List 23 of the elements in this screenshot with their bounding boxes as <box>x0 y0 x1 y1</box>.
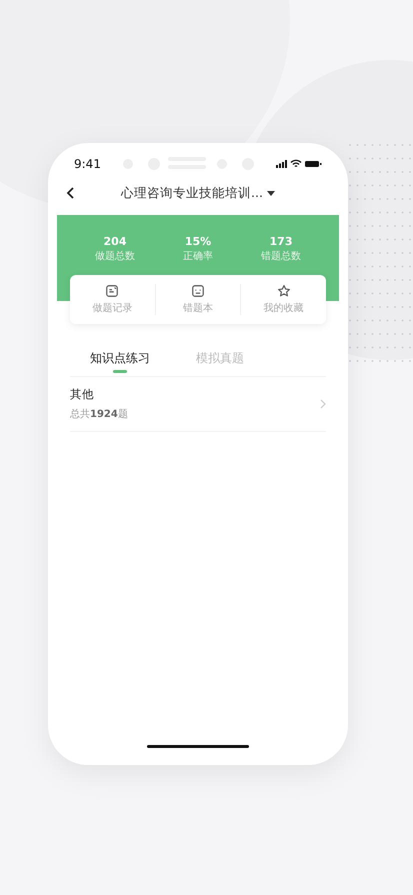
item-count: 总共1924题 <box>70 408 128 421</box>
shortcut-button[interactable]: 我的收藏 <box>240 284 326 315</box>
edit-icon <box>105 284 120 298</box>
tab[interactable]: 知识点练习 <box>90 350 150 374</box>
stat-label: 正确率 <box>183 250 213 263</box>
face-icon <box>191 284 205 298</box>
stat-value: 15% <box>184 235 212 248</box>
back-icon[interactable] <box>66 186 76 200</box>
caret-icon[interactable] <box>266 190 275 196</box>
stat-label: 做题总数 <box>95 250 135 263</box>
stat-value: 173 <box>270 235 292 248</box>
list-item[interactable]: 其他 总共1924题 <box>48 377 348 431</box>
stat-label: 错题总数 <box>261 250 301 263</box>
chevron-icon <box>320 399 326 409</box>
item-title: 其他 <box>70 387 95 402</box>
course-title[interactable]: 心理咨询专业技能培训... <box>121 184 263 202</box>
status-time: 9:41 <box>74 157 101 171</box>
tab[interactable]: 模拟真题 <box>196 350 244 374</box>
shortcut-button[interactable]: 做题记录 <box>70 284 155 315</box>
shortcut-button[interactable]: 错题本 <box>154 284 240 315</box>
stat-value: 204 <box>104 235 126 248</box>
status-icons <box>276 159 322 169</box>
star-icon <box>276 284 291 298</box>
